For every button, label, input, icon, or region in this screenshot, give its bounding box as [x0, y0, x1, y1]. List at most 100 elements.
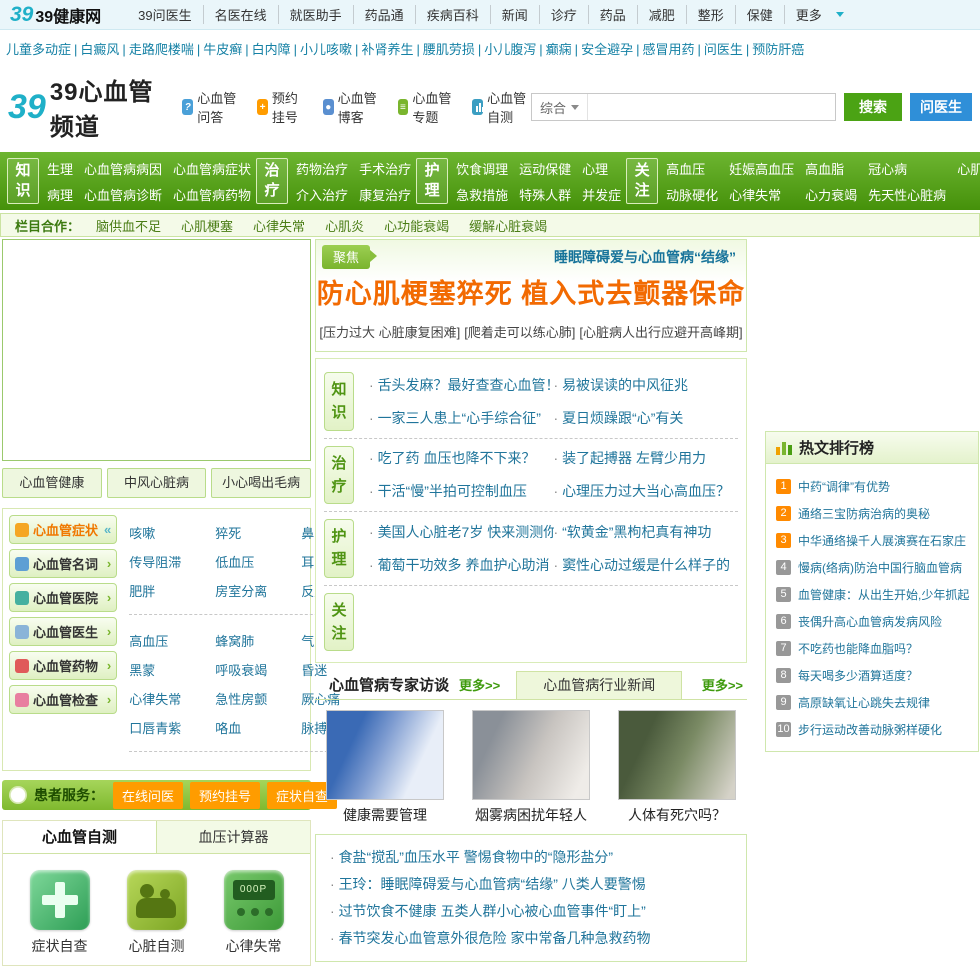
symptom-link[interactable]: 急性房颤 — [215, 689, 301, 708]
nav-tab-knowledge[interactable]: 知识 — [7, 157, 39, 205]
news-link[interactable]: 窦性心动过缓是什么样子的 — [554, 555, 739, 575]
symptom-link[interactable]: 低血压 — [215, 552, 301, 571]
ranking-item[interactable]: 10 步行运动改善动脉粥样硬化 — [776, 716, 970, 743]
top-nav-item[interactable]: 药品通 — [354, 5, 416, 24]
symptom-link[interactable]: 猝死 — [215, 523, 301, 542]
quicklink-booking[interactable]: + 预约挂号 — [257, 88, 307, 126]
ranking-item[interactable]: 1 中药“调律”有优势 — [776, 473, 970, 500]
tab-cardio-selftest[interactable]: 心血管自测 — [3, 821, 156, 853]
service-button[interactable]: 预约挂号 — [190, 781, 261, 809]
collab-link[interactable]: 心肌梗塞 — [181, 216, 233, 235]
more-link[interactable]: 更多>> — [459, 671, 500, 699]
hot-link[interactable]: 牛皮癣 — [194, 42, 242, 57]
news-link[interactable]: 葡萄干功效多 养血护心助消 — [369, 555, 554, 575]
hot-link[interactable]: 问医生 — [694, 42, 742, 57]
symptom-link[interactable]: 心律失常 — [129, 689, 215, 708]
collab-link[interactable]: 脑供血不足 — [96, 216, 161, 235]
quicklink-blog[interactable]: ● 心血管博客 — [322, 88, 382, 126]
symptom-link[interactable]: 传导阻滞 — [129, 552, 215, 571]
section-tab-care[interactable]: 护理 — [324, 519, 354, 578]
collab-link[interactable]: 缓解心脏衰竭 — [469, 216, 547, 235]
selftest-symptom-check[interactable]: 症状自查 — [11, 870, 108, 956]
hot-link[interactable]: 感冒用药 — [633, 42, 694, 57]
hot-link[interactable]: 癫痫 — [536, 42, 571, 57]
symptom-link[interactable]: 房室分离 — [215, 581, 301, 600]
top-nav-item[interactable]: 药品 — [589, 5, 638, 24]
ranking-item[interactable]: 2 通络三宝防病治病的奥秘 — [776, 500, 970, 527]
nav-link[interactable]: 心力衰竭 — [805, 185, 857, 204]
nav-tab-focus[interactable]: 关注 — [626, 157, 659, 205]
sidebar-item-hospital[interactable]: 心血管医院 › — [9, 583, 118, 612]
symptom-link[interactable]: 呼吸衰竭 — [215, 660, 301, 679]
hot-link[interactable]: 走路爬楼喘 — [119, 42, 193, 57]
ranking-item[interactable]: 3 中华通络操千人展演赛在石家庄 — [776, 527, 970, 554]
nav-link[interactable]: 康复治疗 — [359, 185, 411, 204]
section-tab-knowledge[interactable]: 知识 — [324, 372, 354, 431]
nav-link[interactable]: 高血脂 — [805, 159, 857, 178]
nav-link[interactable]: 心理 — [582, 159, 621, 178]
ranking-item[interactable]: 9 高原缺氧让心跳失去规律 — [776, 689, 970, 716]
news-link[interactable]: 美国人心脏老7岁 快来测测你 — [369, 522, 554, 542]
tab-bp-calculator[interactable]: 血压计算器 — [156, 821, 310, 853]
nav-link[interactable]: 动脉硬化 — [666, 185, 718, 204]
tab-industry-news[interactable]: 心血管病行业新闻 — [516, 671, 683, 699]
top-nav-item[interactable]: 减肥 — [638, 5, 687, 24]
site-logo-text[interactable]: 39健康网 — [35, 3, 101, 27]
nav-link[interactable]: 药物治疗 — [296, 159, 348, 178]
focus-sublink[interactable]: [压力过大 心脏康复困难] — [319, 325, 460, 340]
more-link[interactable]: 更多>> — [702, 671, 747, 699]
focus-sublink[interactable]: [爬着走可以练心肺] — [464, 325, 575, 340]
news-link[interactable]: 干活“慢”半拍可控制血压 — [369, 481, 554, 501]
nav-link[interactable]: 心肌炎 — [957, 159, 980, 178]
nav-link[interactable]: 介入治疗 — [296, 185, 348, 204]
nav-link[interactable]: 心律失常 — [729, 185, 794, 204]
expert-photo-3[interactable]: 人体有死穴吗？ — [615, 710, 739, 825]
selftest-heart-test[interactable]: 心脏自测 — [108, 870, 205, 956]
ranking-item[interactable]: 4 慢病(络病)防治中国行脑血管病 — [776, 554, 970, 581]
news-link[interactable]: 过节饮食不健康 五类人群小心被心血管事件“盯上” — [330, 898, 732, 925]
ranking-item[interactable]: 8 每天喝多少酒算适度？ — [776, 662, 970, 689]
news-link[interactable]: 舌头发麻？最好查查心血管！ — [369, 375, 554, 395]
hot-link[interactable]: 预防肝癌 — [743, 42, 804, 57]
nav-link[interactable]: 并发症 — [582, 185, 621, 204]
nav-link[interactable]: 先天性心脏病 — [868, 185, 946, 204]
selftest-arrhythmia[interactable]: 000P 心律失常 — [205, 870, 302, 956]
ranking-item[interactable]: 7 不吃药也能降血脂吗？ — [776, 635, 970, 662]
ranking-item[interactable]: 6 丧偶升高心血管病发病风险 — [776, 608, 970, 635]
feature-tab[interactable]: 中风心脏病 — [106, 468, 207, 498]
nav-link[interactable]: 病理 — [47, 185, 73, 204]
focus-top-link[interactable]: 睡眠障碍爱与心血管病“结缘” — [554, 247, 736, 267]
collab-link[interactable]: 心肌炎 — [325, 216, 364, 235]
news-link[interactable]: 夏日烦躁跟“心”有关 — [554, 408, 739, 428]
hot-link[interactable]: 补肾养生 — [352, 42, 413, 57]
top-nav-item[interactable]: 保健 — [736, 5, 785, 24]
nav-link[interactable]: 心血管病症状 — [173, 159, 251, 178]
news-link[interactable]: 王玲：睡眠障碍爱与心血管病“结缘” 八类人要警惕 — [330, 871, 732, 898]
hot-link[interactable]: 儿童多动症 — [6, 42, 71, 57]
collab-link[interactable]: 心律失常 — [253, 216, 305, 235]
sidebar-item-terms[interactable]: 心血管名词 › — [9, 549, 118, 578]
news-link[interactable]: “软黄金”黑枸杞真有神功 — [554, 522, 739, 542]
nav-tab-care[interactable]: 护理 — [416, 157, 449, 205]
nav-link[interactable]: 运动保健 — [519, 159, 571, 178]
search-button[interactable]: 搜索 — [844, 93, 902, 121]
sidebar-item-drugs[interactable]: 心血管药物 › — [9, 651, 118, 680]
feature-tab[interactable]: 心血管健康 — [2, 468, 102, 498]
nav-link[interactable]: 高血压 — [666, 159, 718, 178]
nav-link[interactable]: 妊娠高血压 — [729, 159, 794, 178]
nav-link[interactable]: 手术治疗 — [359, 159, 411, 178]
top-nav-item[interactable]: 更多 — [785, 5, 833, 24]
tab-expert-interview[interactable]: 心血管病专家访谈 — [315, 671, 459, 699]
nav-link[interactable]: 冠心病 — [868, 159, 946, 178]
hot-link[interactable]: 安全避孕 — [572, 42, 633, 57]
top-nav-item[interactable]: 整形 — [687, 5, 736, 24]
search-input[interactable] — [588, 94, 835, 120]
site-logo-39-icon[interactable]: 39 — [10, 3, 33, 27]
collab-link[interactable]: 心功能衰竭 — [384, 216, 449, 235]
symptom-link[interactable]: 黑蒙 — [129, 660, 215, 679]
focus-sublink[interactable]: [心脏病人出行应避开高峰期] — [579, 325, 742, 340]
section-tab-treatment[interactable]: 治疗 — [324, 445, 354, 504]
symptom-link[interactable]: 口唇青紫 — [129, 718, 215, 737]
hot-link[interactable]: 白癜风 — [71, 42, 119, 57]
news-link[interactable]: 易被误读的中风征兆 — [554, 375, 739, 395]
